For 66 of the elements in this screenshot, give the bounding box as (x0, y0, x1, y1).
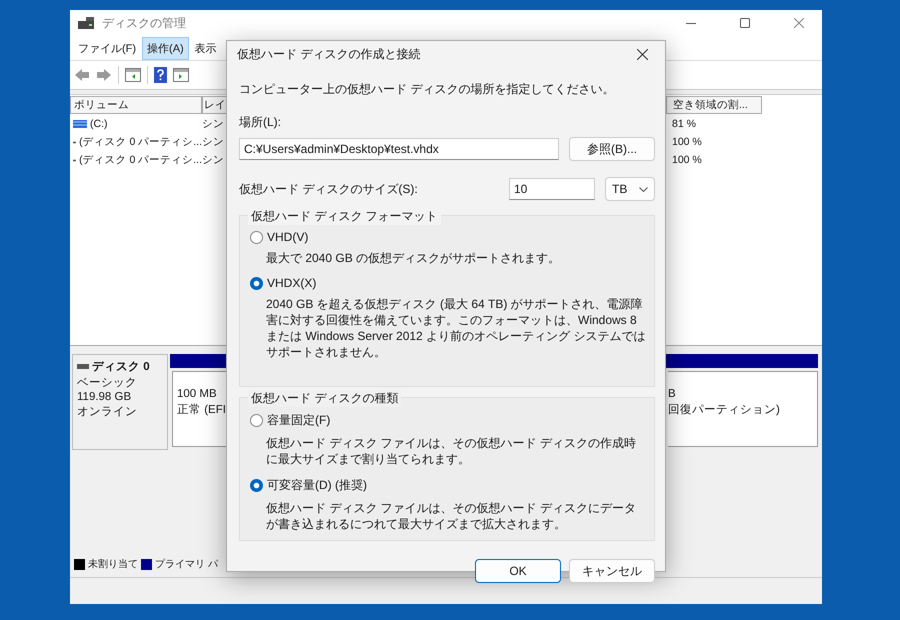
radio-button[interactable] (250, 414, 263, 427)
back-arrow-icon[interactable] (74, 68, 90, 82)
disk-type: ベーシック (77, 376, 138, 390)
table-cell-text: 100 % (671, 154, 703, 166)
radio-button[interactable] (250, 479, 263, 492)
chevron-down-icon (639, 186, 648, 192)
table-cell: (ディスク 0 パーティシ... (79, 135, 202, 149)
radio-label[interactable]: VHDX(X) (267, 276, 316, 290)
legend-label: プライマリ パ (155, 558, 218, 571)
disk-app-icon (78, 17, 94, 29)
option-description: 仮想ハード ディスク ファイルは、その仮想ハード ディスクの作成時に最大サイズまで割り当てられます。 (266, 435, 638, 467)
browse-button[interactable]: 参照(B)... (569, 137, 655, 161)
maximize-icon (740, 18, 750, 28)
instruction-text: コンピューター上の仮想ハード ディスクの場所を指定してください。 (239, 81, 616, 98)
disk-status: オンライン (77, 405, 138, 419)
group-title: 仮想ハード ディスク フォーマット (248, 208, 441, 225)
unit-dropdown[interactable]: TB (605, 177, 655, 201)
disk-name: ディスク 0 (92, 360, 150, 374)
column-header[interactable]: 空き領域の割... (666, 96, 762, 114)
location-label: 場所(L): (239, 114, 282, 131)
striped-drive-icon (73, 120, 87, 128)
table-cell-text: シン (202, 117, 225, 131)
legend-label: 未割り当て (88, 558, 138, 571)
partition-block[interactable]: B 回復パーティション) (668, 371, 818, 447)
help-icon[interactable] (154, 67, 167, 83)
option-description: 仮想ハード ディスク ファイルは、その仮想ハード ディスクにデータが書き込まれるにつれて最大サイズまで拡大されます。 (266, 500, 638, 532)
forward-arrow-icon[interactable] (96, 68, 112, 82)
radio-button[interactable] (250, 230, 263, 244)
disk-info-panel[interactable]: ディスク 0 ベーシック 119.98 GB オンライン (72, 354, 168, 450)
partition-block[interactable]: 100 MB 正常 (EFI (172, 371, 226, 447)
option-description: 最大で 2040 GB の仮想ディスクがサポートされます。 (266, 250, 562, 266)
menu-item[interactable]: ファイル(F) (73, 36, 142, 60)
table-cell-text: 81 % (671, 118, 697, 130)
radio-label[interactable]: 容量固定(F) (267, 412, 330, 429)
table-cell-text: シン (202, 153, 225, 167)
menu-item[interactable]: 表示 (190, 36, 222, 60)
close-icon (636, 48, 648, 60)
radio-button[interactable] (250, 276, 263, 290)
minimize-icon (686, 22, 696, 24)
size-label: 仮想ハード ディスクのサイズ(S): (239, 180, 419, 198)
radio-label[interactable]: 可変容量(D) (推奨) (267, 477, 367, 494)
table-cell-text: シン (202, 135, 225, 149)
radio-label[interactable]: VHD(V) (267, 230, 308, 244)
dialog-title: 仮想ハード ディスクの作成と接続 (237, 46, 420, 62)
table-cell: (C:) (90, 118, 108, 130)
column-header[interactable]: レイ (202, 96, 226, 114)
panel-icon[interactable] (173, 68, 189, 82)
dialog-button[interactable]: キャンセル (569, 559, 655, 583)
window-title: ディスクの管理 (102, 14, 187, 32)
partition-size: 100 MB (177, 387, 218, 402)
table-cell-text: 100 % (671, 136, 703, 148)
panel-icon[interactable] (125, 68, 141, 82)
size-field[interactable]: 10 (509, 178, 595, 200)
menu-item[interactable]: 操作(A) (142, 36, 189, 60)
group-title: 仮想ハード ディスクの種類 (248, 390, 402, 407)
partition-status: 回復パーティション) (668, 402, 781, 418)
location-field[interactable]: C:¥Users¥admin¥Desktop¥test.vhdx (239, 138, 559, 160)
partition-size: B (668, 387, 677, 402)
close-icon (794, 18, 804, 28)
drive-icon (77, 364, 89, 369)
disk-size: 119.98 GB (77, 391, 132, 403)
option-description: 2040 GB を超える仮想ディスク (最大 64 TB) がサポートされ、電源障害に対する回復性を備えています。このフォーマットは、Windows 8 または Windows Server 2012 より前のオペレーティング システムではサポートされません。 (266, 296, 646, 360)
dialog-button[interactable]: OK (475, 559, 561, 583)
partition-status: 正常 (EFI (177, 402, 226, 418)
table-cell: (ディスク 0 パーティシ... (79, 153, 202, 167)
column-header[interactable]: ボリューム (70, 96, 202, 114)
